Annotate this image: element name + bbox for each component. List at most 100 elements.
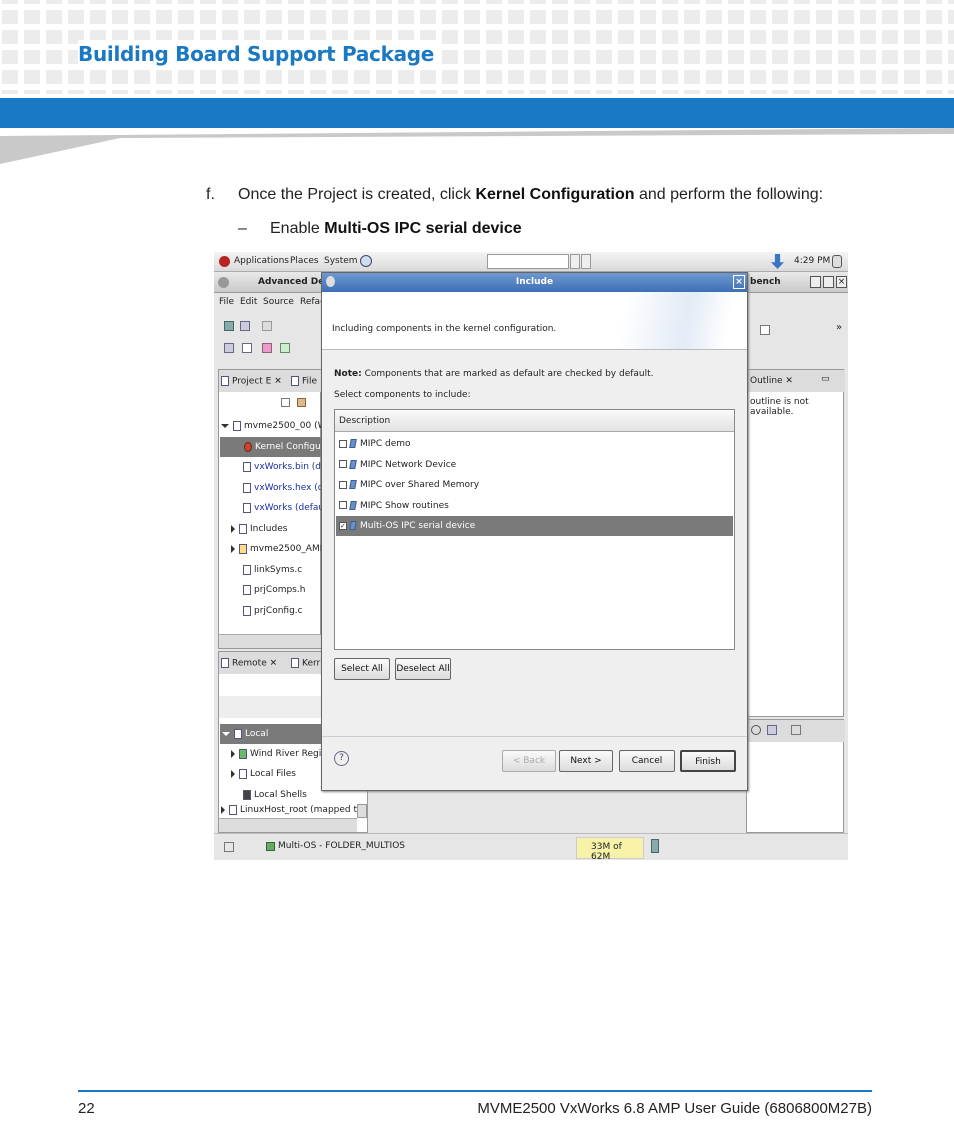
debug-icon[interactable]: [262, 343, 272, 353]
tree-item-vxworks[interactable]: vxWorks (default: [239, 498, 330, 518]
tab-project-explorer[interactable]: Project E ✕: [221, 376, 282, 387]
close-icon[interactable]: ×: [836, 276, 847, 288]
deselect-all-button[interactable]: Deselect All: [395, 658, 451, 680]
panel-arrow-right[interactable]: [581, 254, 591, 269]
collapsed-icon: [231, 769, 235, 778]
link-editor-icon[interactable]: [297, 398, 306, 407]
expanded-icon: [221, 423, 229, 428]
select-label: Select components to include:: [334, 390, 471, 400]
horizontal-scrollbar[interactable]: [219, 634, 322, 648]
component-checkbox[interactable]: [339, 480, 347, 489]
tree-item-project[interactable]: mvme2500_00 (Wi: [221, 416, 329, 436]
tree-label: mvme2500_00 (Wi: [244, 421, 329, 431]
substep-text: Enable Multi-OS IPC serial device: [270, 220, 522, 238]
next-button[interactable]: Next >: [559, 750, 613, 772]
run-icon[interactable]: [280, 343, 290, 353]
help-icon[interactable]: ?: [334, 751, 349, 766]
workbench-title-left: Advanced De: [258, 277, 325, 287]
tree-label: vxWorks.hex (de: [254, 483, 330, 493]
maximize-icon[interactable]: [823, 276, 834, 288]
memory-indicator[interactable]: 33M of 62M: [576, 837, 644, 860]
tree-item-prjcomps[interactable]: prjComps.h: [239, 580, 305, 600]
settings-icon[interactable]: [751, 725, 761, 735]
scroll-down-button[interactable]: [357, 804, 367, 818]
tree-item-vxworks-bin[interactable]: vxWorks.bin (def: [239, 457, 330, 477]
component-row[interactable]: MIPC over Shared Memory: [336, 475, 733, 495]
build-icon[interactable]: [224, 343, 234, 353]
component-checkbox[interactable]: [339, 439, 347, 448]
volume-icon[interactable]: [832, 255, 842, 268]
more-chevron-icon[interactable]: »: [836, 322, 842, 333]
window-menu-icon[interactable]: [218, 277, 229, 288]
component-row[interactable]: MIPC Show routines: [336, 496, 733, 516]
tab-outline-label: Outline: [750, 376, 783, 386]
update-icon[interactable]: [771, 254, 784, 269]
cancel-button[interactable]: Cancel: [619, 750, 675, 772]
tab-file[interactable]: File: [291, 376, 317, 387]
dialog-titlebar: Include ×: [322, 273, 747, 292]
component-checkbox[interactable]: [339, 460, 347, 468]
minimize-view-icon[interactable]: ▭: [821, 374, 830, 384]
outline-panel: Outline ✕ ▭ outline is not available.: [746, 369, 845, 717]
open-icon[interactable]: [240, 321, 250, 331]
tree-item-kernel-config[interactable]: Kernel Configurat: [220, 437, 333, 457]
applications-menu[interactable]: Applications: [234, 256, 289, 266]
dialog-separator: [322, 736, 747, 737]
panel-arrow-left[interactable]: [570, 254, 580, 269]
tab-kernel[interactable]: Kerr: [291, 658, 320, 669]
tree-item-prjconfig[interactable]: prjConfig.c: [239, 601, 303, 621]
network-icon[interactable]: [360, 255, 372, 267]
lower-right-toolbar: [747, 720, 845, 742]
dialog-menu-icon[interactable]: [326, 276, 335, 287]
project-explorer: Project E ✕ File mvme2500_00 (Wi Kernel …: [218, 369, 333, 649]
tree-item-linksyms[interactable]: linkSyms.c: [239, 560, 302, 580]
doc-icon[interactable]: [242, 343, 252, 353]
back-button[interactable]: < Back: [502, 750, 556, 772]
select-all-button[interactable]: Select All: [334, 658, 390, 680]
tree-item-registry[interactable]: Wind River Regist: [231, 744, 329, 764]
finish-button[interactable]: Finish: [680, 750, 736, 772]
tree-item-linuxhost[interactable]: LinuxHost_root (mapped to): [221, 804, 366, 816]
perspective-icon[interactable]: [760, 325, 770, 335]
includes-icon: [239, 523, 247, 534]
panel-search-field[interactable]: [487, 254, 569, 269]
folder-icon: [239, 543, 247, 554]
tree-label: mvme2500_AMP: [250, 544, 326, 554]
tree-item-includes[interactable]: Includes: [231, 519, 287, 539]
step-f-marker: f.: [206, 186, 215, 203]
new-icon[interactable]: [224, 321, 234, 331]
menu-source[interactable]: Source: [263, 297, 294, 307]
trash-icon[interactable]: [651, 839, 659, 853]
page-title: Building Board Support Package: [78, 40, 439, 68]
kernel-tab-icon: [291, 658, 299, 668]
menu-file[interactable]: File: [219, 297, 234, 307]
local-icon: [234, 728, 242, 739]
collapse-all-icon[interactable]: [281, 398, 290, 407]
tree-item-amp[interactable]: mvme2500_AMP: [231, 539, 325, 559]
component-checkbox[interactable]: [339, 501, 347, 509]
tree-item-vxworks-hex[interactable]: vxWorks.hex (de: [239, 478, 329, 498]
binary-icon: [243, 461, 251, 472]
dialog-close-icon[interactable]: ×: [733, 275, 745, 289]
note-label: Note:: [334, 369, 362, 379]
system-menu[interactable]: System: [324, 256, 358, 266]
fast-view-icon[interactable]: [224, 842, 234, 852]
menu-edit[interactable]: Edit: [240, 297, 257, 307]
action-icon[interactable]: [767, 725, 777, 735]
save-icon[interactable]: [262, 321, 272, 331]
view-menu-icon[interactable]: [791, 725, 801, 735]
minimize-icon[interactable]: [810, 276, 821, 288]
tab-outline[interactable]: Outline ✕: [750, 376, 793, 386]
tab-remote[interactable]: Remote ✕: [221, 658, 277, 669]
component-checkbox[interactable]: ✓: [339, 521, 347, 530]
places-menu[interactable]: Places: [290, 256, 319, 266]
column-header[interactable]: Description: [335, 410, 734, 432]
component-label: MIPC Network Device: [360, 459, 457, 470]
tree-item-local-shells[interactable]: Local Shells: [239, 785, 307, 805]
component-row[interactable]: MIPC Network Device: [336, 455, 733, 475]
component-row[interactable]: MIPC demo: [336, 434, 733, 454]
lower-right-panel: [746, 719, 845, 833]
horizontal-scrollbar[interactable]: [219, 818, 357, 832]
component-row[interactable]: ✓ Multi-OS IPC serial device: [336, 516, 733, 536]
tree-item-local-files[interactable]: Local Files: [231, 764, 296, 784]
